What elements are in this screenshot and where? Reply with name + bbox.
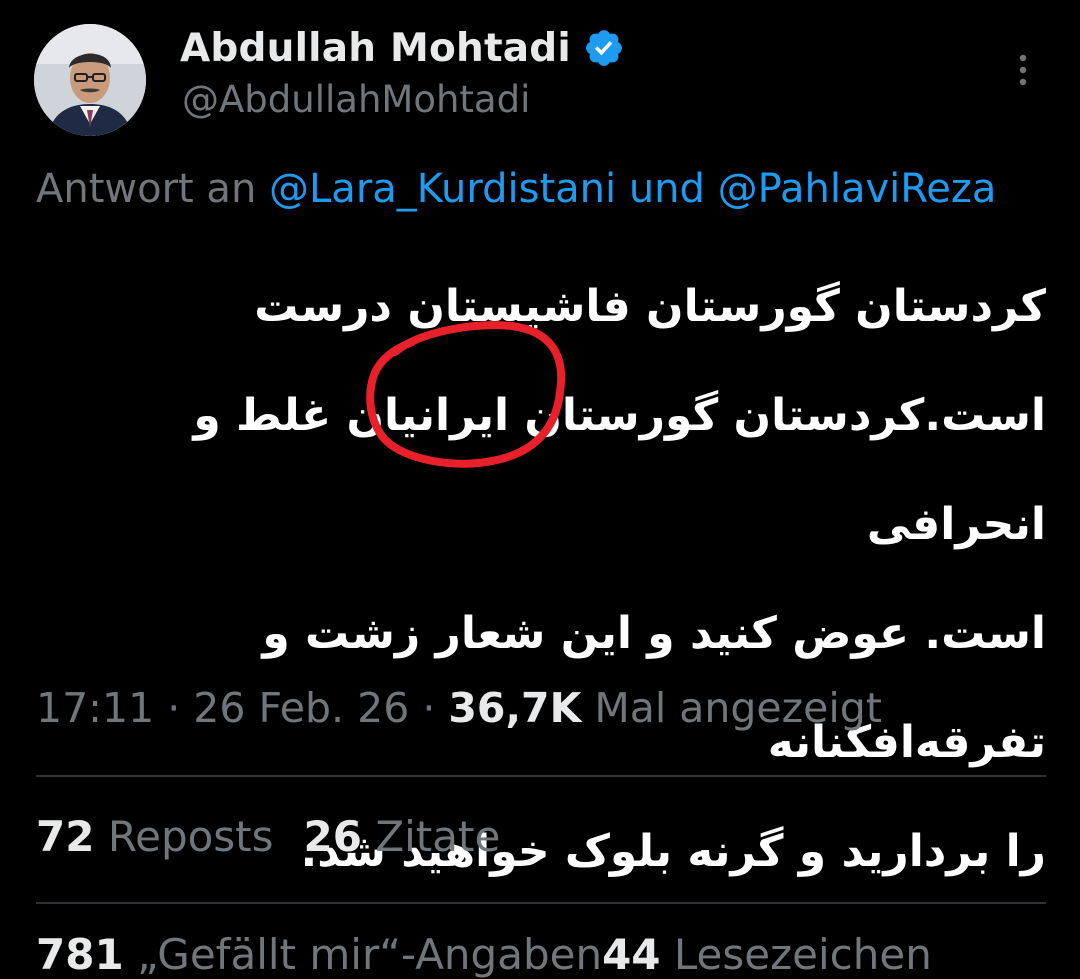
- view-count[interactable]: 36,7K: [448, 684, 581, 732]
- quotes-label: Zitate: [375, 812, 501, 861]
- verified-badge-icon: [586, 30, 622, 66]
- quotes-link[interactable]: 26 Zitate: [304, 812, 501, 861]
- likes-link[interactable]: 781 „Gefällt mir“-Angaben: [36, 930, 602, 979]
- likes-count: 781: [36, 930, 124, 979]
- avatar-photo: [34, 24, 146, 136]
- author-name-row[interactable]: Abdullah Mohtadi: [180, 22, 625, 74]
- divider: [36, 902, 1046, 904]
- tweet-text: کردستان گورستان فاشیستان درست است.کردستا…: [193, 281, 1046, 877]
- meta-separator: ·: [409, 684, 449, 732]
- tweet-date[interactable]: 26 Feb. 26: [193, 684, 409, 732]
- meta-separator: ·: [154, 684, 194, 732]
- reply-joiner: und: [616, 166, 718, 212]
- bookmarks-label: Lesezeichen: [673, 930, 932, 979]
- view-count-label: Mal angezeigt: [581, 684, 882, 732]
- reply-context: Antwort an @Lara_Kurdistani und @Pahlavi…: [36, 166, 1080, 212]
- tweet-meta: 17:11 · 26 Feb. 26 · 36,7K Mal angezeigt: [36, 684, 882, 732]
- bookmarks-link[interactable]: 44 Lesezeichen: [602, 930, 932, 979]
- avatar[interactable]: [34, 24, 146, 136]
- more-options-icon[interactable]: [1008, 50, 1038, 90]
- reply-mention-link[interactable]: @PahlaviReza: [718, 166, 997, 212]
- author-display-name[interactable]: Abdullah Mohtadi: [180, 26, 571, 71]
- tweet-time[interactable]: 17:11: [36, 684, 154, 732]
- likes-label: „Gefällt mir“-Angaben: [137, 930, 603, 979]
- reply-mention-link[interactable]: @Lara_Kurdistani: [269, 166, 616, 212]
- engagement-stats: 72 Reposts 26 Zitate: [36, 812, 500, 861]
- reposts-count: 72: [36, 812, 95, 861]
- likes-bookmarks-stats: 781 „Gefällt mir“-Angaben44 Lesezeichen: [36, 930, 932, 979]
- divider: [36, 775, 1046, 777]
- author-handle[interactable]: @AbdullahMohtadi: [182, 78, 530, 121]
- reply-prefix: Antwort an: [36, 166, 270, 212]
- quotes-count: 26: [303, 812, 362, 861]
- reposts-link[interactable]: 72 Reposts: [36, 812, 274, 861]
- bookmarks-count: 44: [602, 930, 661, 979]
- reposts-label: Reposts: [107, 812, 274, 861]
